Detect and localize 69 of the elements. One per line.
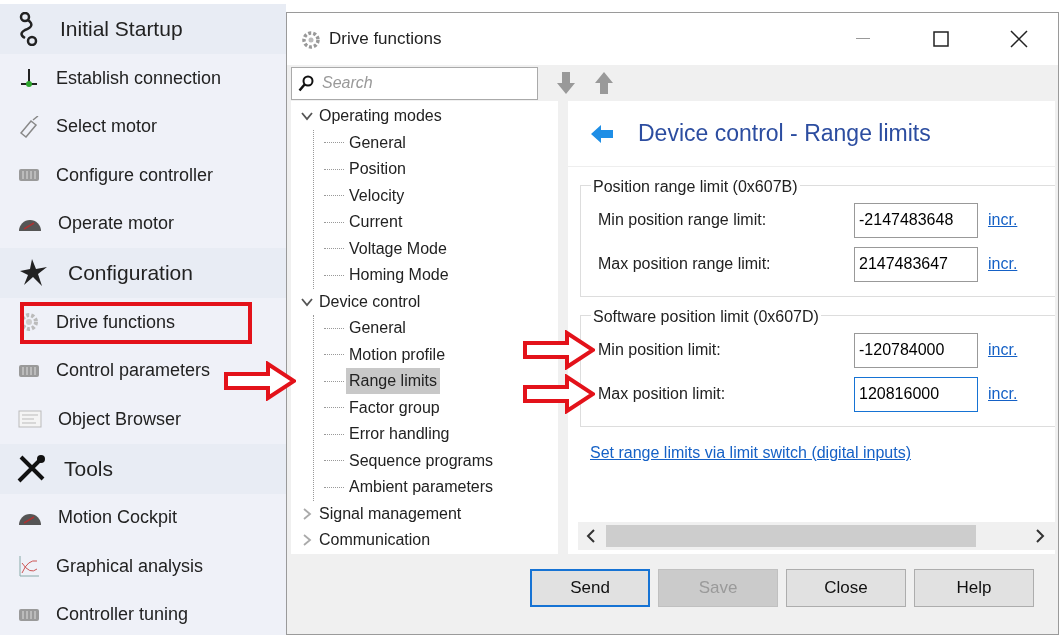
tree-item[interactable]: Error handling — [346, 421, 453, 448]
scroll-right-icon — [1035, 529, 1045, 543]
tools-icon — [16, 453, 46, 484]
field-label: Min position limit: — [598, 340, 722, 360]
search-field[interactable]: Search — [291, 66, 538, 100]
sidebar-item[interactable]: Graphical analysis — [56, 552, 204, 580]
motor-icon — [18, 115, 40, 138]
sidebar-item[interactable]: Object Browser — [58, 405, 182, 433]
sidebar-item[interactable]: Configure controller — [56, 161, 214, 189]
controller-icon — [18, 167, 40, 184]
tree-item[interactable]: Factor group — [346, 394, 443, 421]
maximize-icon[interactable] — [933, 31, 949, 47]
value-field[interactable]: -120784000 — [854, 332, 978, 368]
search-input[interactable]: Search — [320, 70, 520, 96]
sidebar-item[interactable]: Operate motor — [58, 210, 175, 238]
tree-node[interactable]: Operating modes — [319, 104, 442, 129]
page-heading: Device control - Range limits — [638, 119, 931, 149]
controller-icon — [18, 606, 40, 623]
tree-item[interactable]: Velocity — [346, 182, 408, 209]
value-field[interactable]: 120816000 — [854, 376, 978, 412]
tree-item[interactable]: General — [346, 129, 409, 156]
section-title: Tools — [64, 455, 114, 482]
controller-icon — [18, 362, 40, 379]
arrow-down-icon[interactable] — [556, 71, 576, 95]
arrow-up-icon[interactable] — [594, 71, 614, 95]
sidebar-item[interactable]: Motion Cockpit — [58, 504, 178, 532]
minimize-icon[interactable] — [856, 38, 870, 40]
tree-node[interactable]: Signal management — [319, 501, 462, 526]
dialog-button[interactable]: Help — [914, 569, 1034, 607]
tree-item[interactable]: Sequence programs — [346, 447, 497, 474]
tree-node[interactable]: Communication — [319, 528, 431, 553]
horizontal-scrollbar[interactable] — [578, 522, 1055, 550]
value-field[interactable]: 2147483647 — [854, 246, 978, 282]
field-label: Max position range limit: — [598, 254, 772, 274]
chart-icon — [18, 555, 40, 578]
gear-icon — [301, 29, 321, 50]
section-title: Configuration — [68, 260, 193, 287]
scroll-left-icon — [586, 529, 596, 543]
section-title: Initial Startup — [60, 16, 183, 43]
tree-item[interactable]: General — [346, 315, 409, 342]
tree-item[interactable]: Current — [346, 209, 406, 236]
value-field[interactable]: -2147483648 — [854, 202, 978, 238]
tree-item[interactable]: Ambient parameters — [346, 474, 497, 501]
field-label: Max position limit: — [598, 384, 727, 404]
dialog-button[interactable]: Close — [786, 569, 906, 607]
limit-switch-link[interactable]: Set range limits via limit switch (digital inputs) — [590, 441, 911, 465]
close-icon[interactable] — [1010, 30, 1028, 48]
tree-item[interactable]: Position — [346, 156, 409, 183]
sidebar-item[interactable]: Establish connection — [56, 64, 222, 92]
tree-node[interactable]: Device control — [319, 289, 421, 314]
window-title: Drive functions — [329, 28, 442, 51]
unit-link[interactable]: incr. — [988, 208, 1018, 232]
field-label: Min position range limit: — [598, 210, 768, 230]
unit-link[interactable]: incr. — [988, 338, 1018, 362]
sidebar-item[interactable]: Control parameters — [56, 357, 211, 385]
unit-link[interactable]: incr. — [988, 382, 1018, 406]
tree-item[interactable]: Homing Mode — [346, 262, 452, 289]
unit-link[interactable]: incr. — [988, 252, 1018, 276]
tree-item[interactable]: Voltage Mode — [346, 235, 450, 262]
sidebar-item[interactable]: Select motor — [56, 113, 158, 141]
dialog-button[interactable]: Send — [530, 569, 650, 607]
sidebar-item[interactable]: Controller tuning — [56, 601, 189, 629]
browser-icon — [18, 410, 42, 429]
tree-item[interactable]: Range limits — [346, 368, 441, 395]
sidebar-item[interactable]: Drive functions — [56, 308, 176, 336]
back-arrow-icon — [590, 123, 614, 144]
connection-icon — [18, 67, 40, 90]
tree-item[interactable]: Motion profile — [346, 341, 449, 368]
search-icon — [298, 74, 314, 92]
